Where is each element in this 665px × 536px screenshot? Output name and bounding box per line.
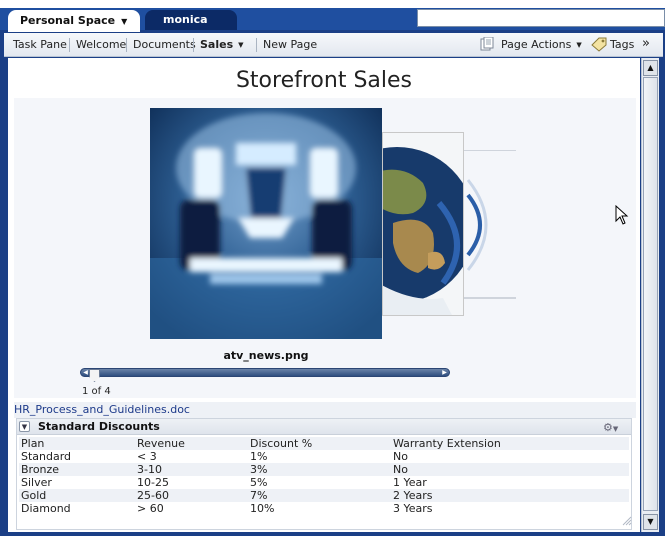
table-cell: Bronze xyxy=(19,463,135,476)
page-content: Storefront Sales atv_news.png ◀ ▶ 1 of 4… xyxy=(8,58,640,532)
table-cell: No xyxy=(391,463,629,476)
column-header: Revenue xyxy=(135,437,248,450)
nav-welcome[interactable]: Welcome xyxy=(76,38,126,51)
race-car-image xyxy=(150,108,382,339)
table-row: Bronze 3-10 3% No xyxy=(19,463,629,476)
nav-sales[interactable]: Sales ▼ xyxy=(200,38,244,51)
page-title: Storefront Sales xyxy=(235,68,413,93)
nav-separator xyxy=(69,38,70,52)
nav-separator xyxy=(193,38,194,52)
standard-discounts-portlet: ▼ Standard Discounts ⚙▼ Plan Revenue Dis… xyxy=(16,418,632,530)
column-header: Plan xyxy=(19,437,135,450)
nav-documents[interactable]: Documents xyxy=(133,38,196,51)
tab-monica-label: monica xyxy=(163,13,208,26)
table-cell: No xyxy=(393,450,408,463)
scroll-up-icon[interactable]: ▲ xyxy=(643,60,658,76)
globe-image xyxy=(383,133,463,315)
tab-personal-space-label: Personal Space xyxy=(20,14,116,27)
nav-sales-label: Sales xyxy=(200,38,234,51)
tag-icon[interactable] xyxy=(591,37,608,52)
nav-new-page[interactable]: New Page xyxy=(263,38,317,51)
table-row: Gold 25-60 7% 2 Years xyxy=(19,489,629,502)
table-cell: 5% xyxy=(250,476,268,489)
image-caption: atv_news.png xyxy=(223,349,309,362)
scroll-down-icon[interactable]: ▼ xyxy=(643,514,658,530)
nav-more-button[interactable]: » xyxy=(642,36,650,51)
nav-separator xyxy=(256,38,257,52)
slider-next-icon[interactable]: ▶ xyxy=(440,369,449,376)
table-row: Silver 10-25 5% 1 Year xyxy=(19,476,629,489)
table-cell: Diamond xyxy=(21,502,71,515)
gear-icon[interactable]: ⚙▼ xyxy=(603,421,623,434)
nav-separator xyxy=(126,38,127,52)
table-cell: < 3 xyxy=(137,450,157,463)
table-cell: 3 Years xyxy=(393,502,433,515)
document-link[interactable]: HR_Process_and_Guidelines.doc xyxy=(14,403,190,416)
image-counter: 1 of 4 xyxy=(82,386,111,397)
vertical-scrollbar[interactable]: ▲ ▼ xyxy=(641,58,659,532)
table-cell: 1 Year xyxy=(393,476,427,489)
top-tab-bar: Personal Space ▼ monica xyxy=(0,0,665,32)
collapse-icon[interactable]: ▼ xyxy=(19,421,30,432)
table-cell: 25-60 xyxy=(135,489,248,502)
table-row: Standard < 3 1% No xyxy=(19,450,629,463)
nav-tags[interactable]: Tags xyxy=(610,38,634,51)
portlet-title: Standard Discounts xyxy=(38,420,160,433)
image-slider-track[interactable]: ◀ ▶ xyxy=(80,368,450,377)
carousel-stack-lines xyxy=(464,150,516,299)
title-band: Storefront Sales xyxy=(8,58,640,98)
scrollbar-thumb[interactable] xyxy=(643,77,658,511)
table-row: Diamond > 60 10% 3 Years xyxy=(19,502,629,515)
table-cell: > 60 xyxy=(137,502,164,515)
table-cell: Gold xyxy=(19,489,135,502)
column-header: Discount % xyxy=(248,437,391,450)
mouse-cursor-icon xyxy=(615,205,629,225)
resize-grip-icon[interactable] xyxy=(622,516,632,526)
image-next-globe[interactable] xyxy=(382,132,464,316)
discounts-table: Plan Revenue Discount % Warranty Extensi… xyxy=(19,437,629,515)
table-cell: Silver xyxy=(21,476,52,489)
page-actions-menu[interactable]: Page Actions ▼ xyxy=(501,38,582,51)
chevron-down-icon[interactable]: ▼ xyxy=(121,17,127,26)
table-header-row: Plan Revenue Discount % Warranty Extensi… xyxy=(19,437,629,450)
table-cell: 1% xyxy=(250,450,268,463)
table-cell: 7% xyxy=(248,489,391,502)
table-cell: 2 Years xyxy=(391,489,629,502)
table-cell: Standard xyxy=(21,450,72,463)
table-cell: 10-25 xyxy=(137,476,169,489)
chevron-down-icon[interactable]: ▼ xyxy=(576,41,581,49)
table-cell: 3-10 xyxy=(135,463,248,476)
table-cell: 3% xyxy=(248,463,391,476)
slider-prev-icon[interactable]: ◀ xyxy=(81,369,90,376)
page-actions-label: Page Actions xyxy=(501,38,572,51)
page-actions-icon[interactable] xyxy=(480,37,495,52)
table-cell: 10% xyxy=(250,502,275,515)
page-nav-bar: Task Pane Welcome Documents Sales ▼ New P… xyxy=(4,33,663,57)
column-header: Warranty Extension xyxy=(391,437,629,450)
portlet-header: ▼ Standard Discounts ⚙▼ xyxy=(17,419,631,435)
top-search-input[interactable] xyxy=(417,9,665,27)
tab-personal-space[interactable]: Personal Space ▼ xyxy=(8,10,140,32)
tab-monica[interactable]: monica xyxy=(145,10,237,30)
chevron-down-icon[interactable]: ▼ xyxy=(238,41,243,49)
image-current-race-car[interactable] xyxy=(150,108,382,339)
nav-task-pane[interactable]: Task Pane xyxy=(13,38,67,51)
